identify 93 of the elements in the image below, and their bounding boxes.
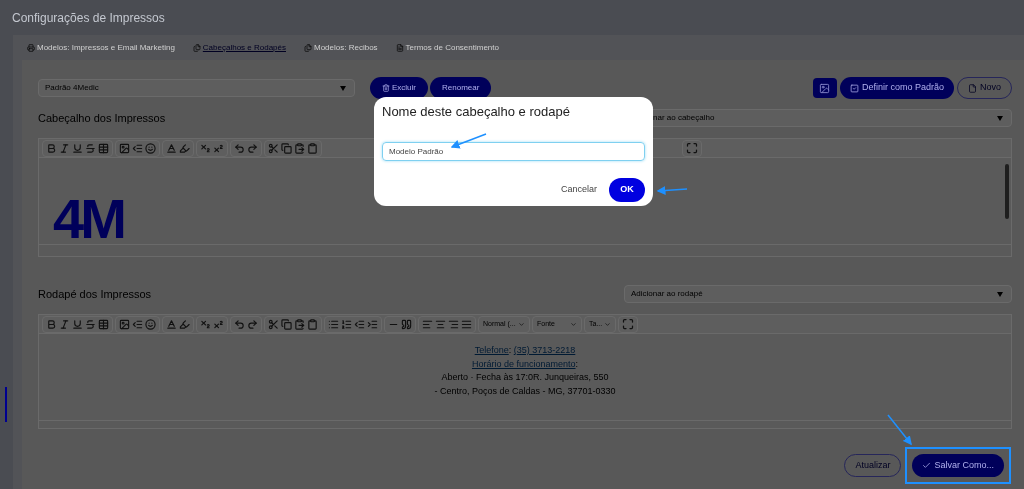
align-justify-icon[interactable] [461, 318, 472, 330]
table-icon[interactable] [98, 318, 109, 330]
paste-icon[interactable] [294, 318, 305, 330]
link[interactable]: (35) 3713-2218 [513, 345, 576, 355]
align-left-icon[interactable] [422, 318, 433, 330]
rename-button[interactable]: Renomear [430, 77, 492, 99]
italic-icon[interactable] [59, 142, 70, 154]
cut-icon[interactable] [268, 318, 279, 330]
logo: 4M [53, 194, 123, 244]
footer-line: - Centro, Poços de Caldas - MG, 37701-0330 [434, 384, 616, 398]
tab[interactable]: Modelos: Impressos e Email Marketing [27, 41, 175, 54]
quote-icon[interactable] [401, 318, 412, 330]
section-title: Rodapé dos Impressos [38, 286, 152, 302]
redo-icon[interactable] [247, 318, 258, 330]
numbered-list-icon[interactable] [341, 318, 352, 330]
table-icon[interactable] [98, 142, 109, 154]
annotation-arrow [448, 132, 488, 150]
save-as-button[interactable]: Salvar Como... [912, 454, 1004, 477]
checkbox-icon [849, 83, 859, 93]
caret-icon [570, 320, 577, 328]
documents-icon [304, 43, 312, 52]
printer-icon [27, 43, 35, 52]
fullscreen-icon[interactable] [686, 142, 698, 154]
strikethrough-icon[interactable] [85, 142, 96, 154]
page-title: Configurações de Impressos [12, 9, 165, 27]
image-icon[interactable] [119, 142, 130, 154]
indent-icon[interactable] [367, 318, 378, 330]
image-icon[interactable] [119, 318, 130, 330]
tab[interactable]: Termos de Consentimento [395, 41, 499, 54]
image-icon [819, 82, 831, 94]
annotation-arrow [655, 185, 689, 195]
align-right-icon[interactable] [448, 318, 459, 330]
image-button[interactable] [812, 78, 837, 98]
redo-icon[interactable] [247, 142, 258, 154]
smiley-icon[interactable] [145, 318, 156, 330]
italic-icon[interactable] [59, 318, 70, 330]
dialog-title: Nome deste cabeçalho e rodapé [382, 103, 571, 121]
superscript-icon[interactable] [213, 142, 224, 154]
link[interactable]: Telefone [474, 345, 509, 355]
footer-line: Horário de funcionamento: [471, 357, 579, 371]
fullscreen-icon[interactable] [622, 318, 634, 330]
scrollbar [1005, 164, 1009, 219]
caret-icon [997, 115, 1003, 121]
copy-icon[interactable] [281, 142, 292, 154]
footer-line: Telefone: (35) 3713-2218 [474, 344, 576, 357]
check-icon [922, 461, 932, 470]
subscript-icon[interactable] [200, 142, 211, 154]
strikethrough-icon[interactable] [85, 318, 96, 330]
text-color-icon[interactable] [166, 142, 177, 154]
undo-icon[interactable] [234, 318, 245, 330]
document-icon [395, 43, 404, 52]
footer-line: Aberto · Fecha às 17:0R. Junqueiras, 550 [441, 371, 609, 384]
link[interactable]: Horário de funcionamento [471, 358, 576, 369]
documents-icon [192, 43, 201, 52]
annotation-arrow [886, 413, 914, 447]
section-title: Cabeçalho dos Impressos [38, 110, 166, 126]
bold-icon[interactable] [46, 318, 57, 330]
name-field[interactable]: Modelo Padrão [382, 141, 645, 161]
highlight-icon[interactable] [179, 318, 190, 330]
side-marker [5, 387, 7, 422]
copy-icon[interactable] [281, 318, 292, 330]
clipboard-icon[interactable] [307, 318, 318, 330]
underline-icon[interactable] [72, 318, 83, 330]
clipboard-icon[interactable] [307, 142, 318, 154]
indent-icon[interactable] [132, 142, 143, 154]
caret-icon [340, 85, 346, 91]
outdent-icon[interactable] [354, 318, 365, 330]
underline-icon[interactable] [72, 142, 83, 154]
bold-icon[interactable] [46, 142, 57, 154]
paste-icon[interactable] [294, 142, 305, 154]
trash-icon [382, 84, 390, 92]
caret-icon [518, 320, 525, 328]
indent-icon[interactable] [132, 318, 143, 330]
tab[interactable]: Cabeçalhos e Rodapés [192, 41, 286, 54]
dropdown[interactable]: Adicionar ao rodapé [624, 285, 1012, 303]
align-center-icon[interactable] [435, 318, 446, 330]
set-default-button[interactable]: Definir como Padrão [839, 77, 954, 99]
superscript-icon[interactable] [213, 318, 224, 330]
cancel-button[interactable]: Cancelar [560, 182, 597, 197]
caret-icon [997, 291, 1003, 297]
smiley-icon[interactable] [145, 142, 156, 154]
ok-button[interactable]: OK [609, 177, 645, 202]
subscript-icon[interactable] [200, 318, 211, 330]
document-icon [968, 83, 977, 93]
tab[interactable]: Modelos: Recibos [304, 41, 378, 54]
caret-icon [604, 320, 612, 328]
highlight-icon[interactable] [179, 142, 190, 154]
bullet-list-icon[interactable] [328, 318, 339, 330]
cut-icon[interactable] [268, 142, 279, 154]
undo-icon[interactable] [234, 142, 245, 154]
dropdown[interactable]: Padrão 4Medic [38, 79, 355, 97]
text-color-icon[interactable] [166, 318, 177, 330]
delete-button[interactable]: Excluir [370, 77, 428, 99]
